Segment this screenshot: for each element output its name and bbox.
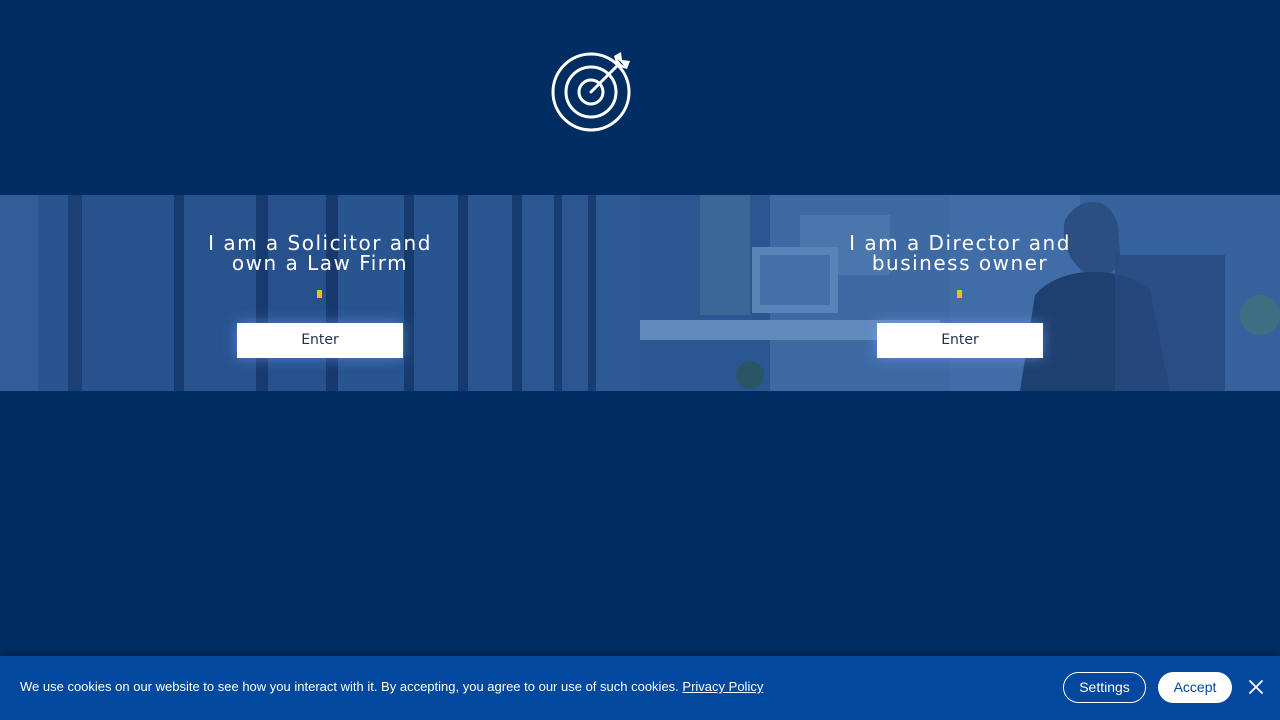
target-arrow-icon: [551, 52, 631, 132]
cookie-message-wrapper: We use cookies on our website to see how…: [20, 678, 763, 696]
close-icon[interactable]: [1246, 677, 1266, 697]
director-panel-content: I am a Director and business owner Enter: [640, 195, 1280, 391]
director-panel: I am a Director and business owner Enter: [640, 195, 1280, 391]
accent-marker: [957, 290, 962, 298]
solicitor-panel-content: I am a Solicitor and own a Law Firm Ente…: [0, 195, 640, 391]
cookie-message: We use cookies on our website to see how…: [20, 679, 679, 694]
director-panel-title: I am a Director and business owner: [849, 231, 1071, 275]
cookie-accept-button[interactable]: Accept: [1158, 672, 1232, 703]
director-enter-button[interactable]: Enter: [877, 323, 1043, 358]
landing-page: I am a Solicitor and own a Law Firm Ente…: [0, 0, 1280, 720]
privacy-policy-link[interactable]: Privacy Policy: [682, 679, 763, 694]
hero-section: I am a Solicitor and own a Law Firm Ente…: [0, 195, 1280, 391]
solicitor-enter-button[interactable]: Enter: [237, 323, 403, 358]
cookie-settings-button[interactable]: Settings: [1063, 672, 1146, 703]
solicitor-panel: I am a Solicitor and own a Law Firm Ente…: [0, 195, 640, 391]
cookie-banner: We use cookies on our website to see how…: [0, 656, 1280, 720]
solicitor-panel-title: I am a Solicitor and own a Law Firm: [208, 231, 432, 275]
accent-marker: [317, 290, 322, 298]
